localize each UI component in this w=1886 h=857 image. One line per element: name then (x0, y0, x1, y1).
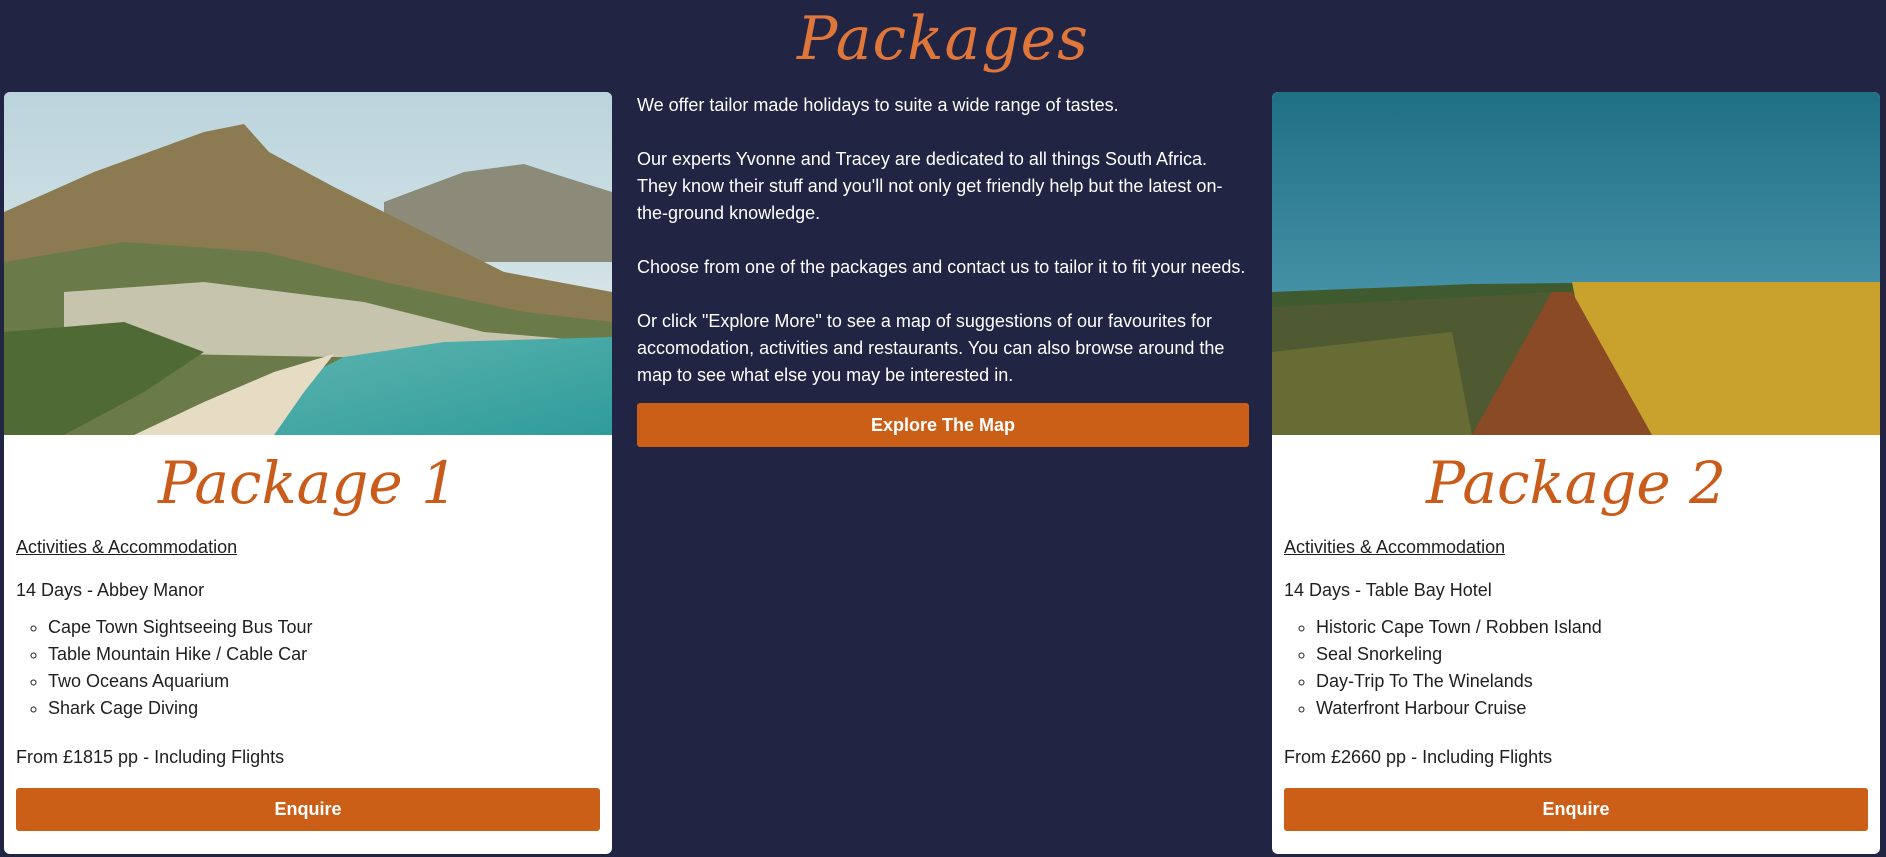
coastal-bay-photo (4, 92, 612, 435)
activities-list: Cape Town Sightseeing Bus Tour Table Mou… (16, 614, 313, 722)
package-duration: 14 Days - Abbey Manor (16, 580, 205, 600)
package-price: From £1815 pp - Including Flights (16, 747, 285, 767)
list-item: Shark Cage Diving (48, 695, 313, 722)
list-item: Historic Cape Town / Robben Island (1316, 614, 1602, 641)
package-title: Package 2 (1426, 449, 1726, 517)
countryside-road-photo (1272, 92, 1880, 435)
list-item: Seal Snorkeling (1316, 641, 1602, 668)
intro-section: We offer tailor made holidays to suite a… (637, 92, 1249, 447)
explore-map-button[interactable]: Explore The Map (637, 403, 1249, 447)
intro-paragraph: Our experts Yvonne and Tracey are dedica… (637, 149, 1223, 223)
page-title: Packages (797, 4, 1089, 74)
enquire-button[interactable]: Enquire (16, 788, 600, 831)
activities-accommodation-link[interactable]: Activities & Accommodation (16, 535, 237, 559)
intro-paragraph: Or click "Explore More" to see a map of … (637, 311, 1225, 385)
list-item: Cape Town Sightseeing Bus Tour (48, 614, 313, 641)
activities-accommodation-link[interactable]: Activities & Accommodation (1284, 535, 1505, 559)
package-price: From £2660 pp - Including Flights (1284, 747, 1553, 767)
list-item: Waterfront Harbour Cruise (1316, 695, 1602, 722)
package-title: Package 1 (158, 449, 458, 517)
activities-list: Historic Cape Town / Robben Island Seal … (1284, 614, 1602, 722)
list-item: Table Mountain Hike / Cable Car (48, 641, 313, 668)
package-duration: 14 Days - Table Bay Hotel (1284, 580, 1492, 600)
intro-paragraph: Choose from one of the packages and cont… (637, 257, 1246, 277)
list-item: Day-Trip To The Winelands (1316, 668, 1602, 695)
enquire-button[interactable]: Enquire (1284, 788, 1868, 831)
list-item: Two Oceans Aquarium (48, 668, 313, 695)
intro-paragraph: We offer tailor made holidays to suite a… (637, 95, 1119, 115)
package-card-2: Package 2 Activities & Accommodation 14 … (1272, 92, 1880, 854)
package-card-1: Package 1 Activities & Accommodation 14 … (4, 92, 612, 854)
